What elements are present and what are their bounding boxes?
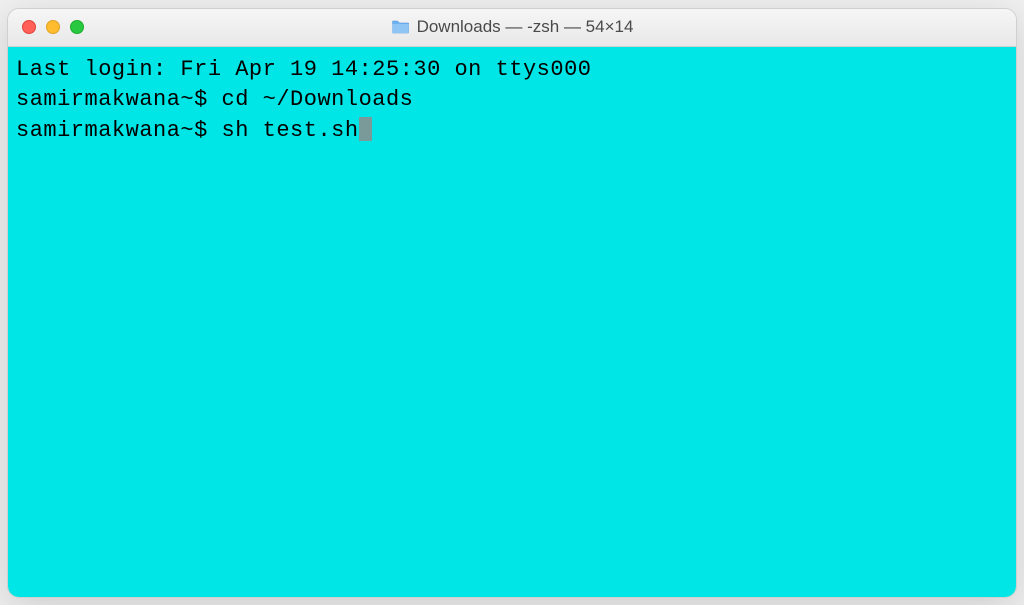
terminal-window: Downloads — -zsh — 54×14 Last login: Fri… <box>7 8 1017 598</box>
login-message: Last login: Fri Apr 19 14:25:30 on ttys0… <box>16 57 592 82</box>
terminal-line: samirmakwana~$ cd ~/Downloads <box>16 85 1008 116</box>
terminal-content[interactable]: Last login: Fri Apr 19 14:25:30 on ttys0… <box>8 47 1016 597</box>
minimize-button[interactable] <box>46 20 60 34</box>
window-title: Downloads — -zsh — 54×14 <box>417 17 634 37</box>
cursor <box>359 117 372 141</box>
terminal-line: Last login: Fri Apr 19 14:25:30 on ttys0… <box>16 55 1008 86</box>
traffic-lights <box>8 20 84 34</box>
command-text: sh test.sh <box>222 118 359 143</box>
window-titlebar[interactable]: Downloads — -zsh — 54×14 <box>8 9 1016 47</box>
window-title-container: Downloads — -zsh — 54×14 <box>391 17 634 37</box>
maximize-button[interactable] <box>70 20 84 34</box>
close-button[interactable] <box>22 20 36 34</box>
terminal-line: samirmakwana~$ sh test.sh <box>16 116 1008 147</box>
folder-icon <box>391 19 411 35</box>
prompt: samirmakwana~$ <box>16 87 222 112</box>
command-text: cd ~/Downloads <box>222 87 414 112</box>
prompt: samirmakwana~$ <box>16 118 222 143</box>
